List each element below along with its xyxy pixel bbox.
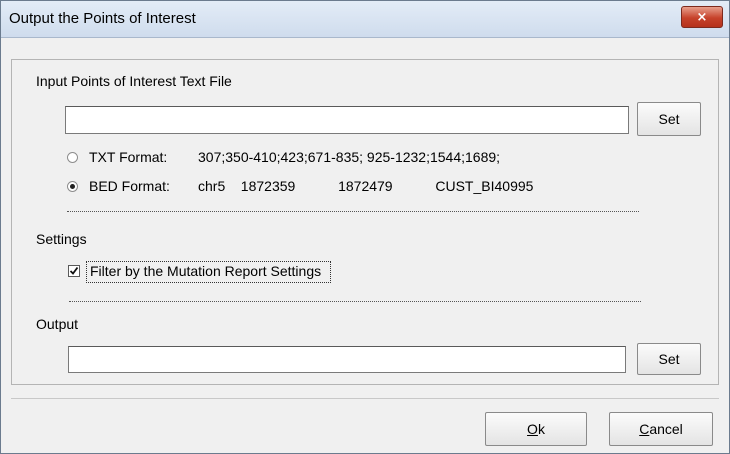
settings-label: Settings — [36, 231, 87, 247]
bed-format-label[interactable]: BED Format: — [89, 178, 170, 194]
filter-checkbox[interactable] — [68, 265, 80, 277]
cancel-button[interactable]: Cancel — [609, 412, 713, 446]
output-label: Output — [36, 316, 79, 332]
txt-format-example: 307;350-410;423;671-835; 925-1232;1544;1… — [198, 149, 501, 165]
dialog-window: Output the Points of Interest × Input Po… — [0, 0, 730, 454]
output-set-button[interactable]: Set — [637, 343, 701, 375]
close-icon: × — [696, 9, 708, 25]
dialog-title: Output the Points of Interest — [9, 10, 196, 27]
output-set-label: Set — [658, 351, 680, 367]
checkmark-icon — [69, 266, 79, 275]
title-bar[interactable]: Output the Points of Interest × — [1, 1, 729, 38]
input-set-button[interactable]: Set — [637, 102, 701, 136]
bed-format-example: chr5 1872359 1872479 CUST_BI40995 — [198, 178, 534, 194]
divider-1 — [67, 211, 639, 212]
txt-format-label[interactable]: TXT Format: — [89, 149, 167, 165]
input-set-label: Set — [658, 111, 680, 127]
ok-button[interactable]: Ok — [485, 412, 587, 446]
filter-checkbox-label[interactable]: Filter by the Mutation Report Settings — [90, 263, 321, 279]
close-button[interactable]: × — [681, 6, 723, 28]
footer-divider — [11, 398, 719, 399]
txt-format-radio[interactable] — [67, 152, 78, 163]
input-file-field[interactable] — [65, 106, 629, 134]
divider-2 — [69, 301, 641, 302]
input-file-label: Input Points of Interest Text File — [36, 73, 232, 89]
output-file-field[interactable] — [68, 346, 626, 373]
bed-format-radio[interactable] — [67, 181, 78, 192]
cancel-label: Cancel — [639, 421, 683, 437]
ok-label: Ok — [527, 421, 545, 437]
